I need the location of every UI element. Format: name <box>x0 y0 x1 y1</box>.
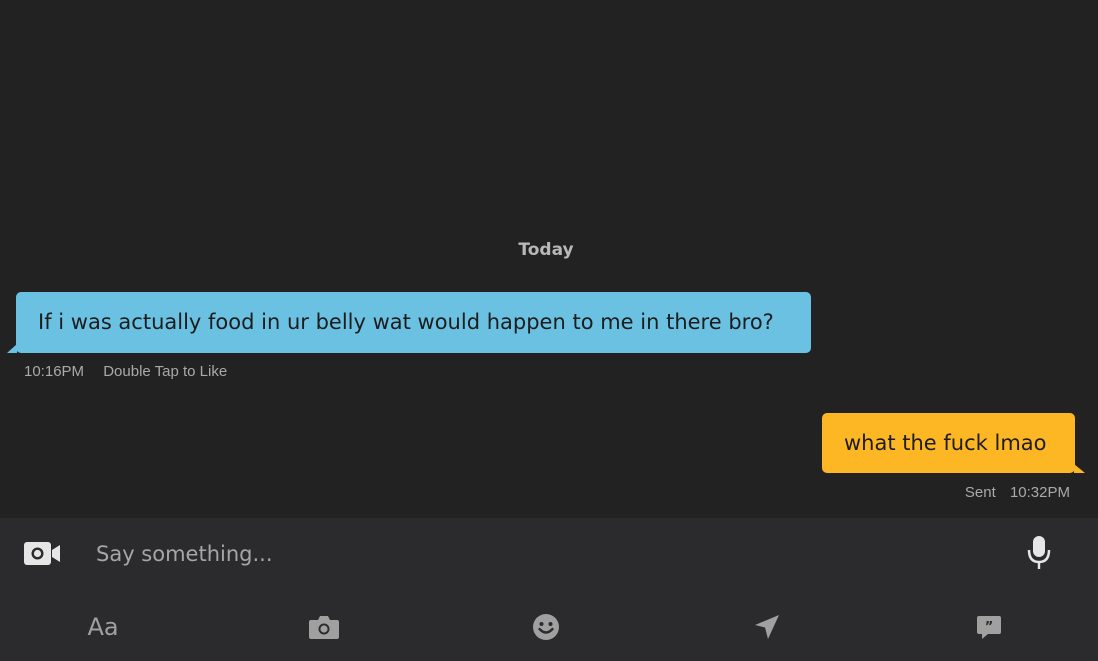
day-separator: Today <box>518 240 574 260</box>
outgoing-message-bubble[interactable]: what the fuck lmao <box>822 413 1085 473</box>
incoming-message-bubble[interactable]: If i was actually food in ur belly wat w… <box>7 292 811 353</box>
message-input[interactable] <box>96 536 976 572</box>
attachment-toolbar: Aa ” <box>0 590 1098 661</box>
emoji-icon[interactable] <box>528 610 564 644</box>
outgoing-message-text: what the fuck lmao <box>844 431 1047 455</box>
text-format-button[interactable]: Aa <box>85 610 121 644</box>
chat-screen: Today If i was actually food in ur belly… <box>0 0 1098 661</box>
incoming-message-meta: 10:16PM Double Tap to Like <box>24 363 227 380</box>
sent-status: Sent <box>964 484 996 501</box>
message-time: 10:32PM <box>1009 484 1070 501</box>
message-time: 10:16PM <box>24 363 85 380</box>
video-camera-icon[interactable] <box>24 540 62 567</box>
microphone-icon[interactable] <box>1027 535 1051 571</box>
location-arrow-icon[interactable] <box>749 610 785 644</box>
incoming-message-text: If i was actually food in ur belly wat w… <box>38 310 774 334</box>
bubble-tail <box>7 344 17 353</box>
message-list[interactable]: Today If i was actually food in ur belly… <box>0 0 1098 518</box>
svg-text:”: ” <box>985 620 994 635</box>
camera-icon[interactable] <box>306 610 342 644</box>
bubble-tail <box>1074 464 1085 473</box>
double-tap-hint: Double Tap to Like <box>103 363 228 380</box>
message-composer <box>0 518 1098 590</box>
saved-phrases-icon[interactable]: ” <box>971 610 1007 644</box>
outgoing-message-meta: Sent 10:32PM <box>965 484 1070 501</box>
